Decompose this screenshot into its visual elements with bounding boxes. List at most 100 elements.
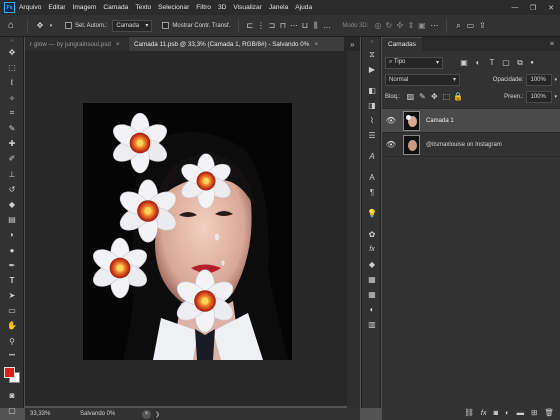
chevron-down-icon[interactable]: ▾ bbox=[554, 77, 557, 83]
layers-panel-icon[interactable]: ◧ bbox=[362, 83, 382, 98]
roll-3d-icon[interactable]: ↻ bbox=[383, 21, 394, 30]
menu-janela[interactable]: Janela bbox=[269, 4, 288, 11]
filter-shape-icon[interactable]: ▢ bbox=[499, 58, 513, 67]
hand-tool-icon[interactable]: ✋ bbox=[0, 318, 24, 333]
chevron-down-icon[interactable]: ▾ bbox=[47, 23, 55, 29]
adjustment-layer-icon[interactable]: ◐ bbox=[505, 408, 510, 417]
lock-all-icon[interactable]: 🔒 bbox=[452, 92, 464, 101]
pen-tool-icon[interactable]: ✒ bbox=[0, 258, 24, 273]
fill-input[interactable]: 100% bbox=[526, 90, 553, 103]
clone-stamp-tool-icon[interactable]: ⊥ bbox=[0, 167, 24, 182]
panel-menu-icon[interactable]: ≡ bbox=[550, 41, 554, 48]
tab-layers[interactable]: Camadas bbox=[382, 37, 422, 51]
visibility-eye-icon[interactable]: 👁 bbox=[382, 116, 400, 125]
panel-collapse-icon[interactable]: ‹‹ bbox=[362, 37, 382, 47]
brushes-panel-icon[interactable]: ✿ bbox=[362, 227, 382, 242]
history-brush-tool-icon[interactable]: ↺ bbox=[0, 182, 24, 197]
paragraph-panel-icon[interactable]: ¶ bbox=[362, 185, 382, 200]
quick-mask-icon[interactable]: ◙ bbox=[0, 388, 24, 403]
adjustments-panel-icon[interactable]: ◐ bbox=[362, 302, 382, 317]
magic-wand-tool-icon[interactable]: ✧ bbox=[0, 91, 24, 106]
menu-visualizar[interactable]: Visualizar bbox=[233, 4, 261, 11]
more-options-icon[interactable]: … bbox=[321, 21, 332, 30]
menu-selecionar[interactable]: Selecionar bbox=[158, 4, 189, 11]
share-icon[interactable]: ⇪ bbox=[476, 21, 488, 30]
filter-type-icon[interactable]: T bbox=[485, 58, 499, 67]
panel-collapse-icon[interactable]: ‹‹ bbox=[0, 37, 24, 45]
home-icon[interactable]: ⌂ bbox=[0, 20, 22, 31]
distribute-icon[interactable]: ⫼ bbox=[310, 21, 321, 31]
search-icon[interactable]: ⌕ bbox=[452, 21, 464, 31]
tab-document-active[interactable]: Camada 11.psb @ 33,3% (Camada 1, RGB/8#)… bbox=[129, 37, 344, 51]
close-icon[interactable]: × bbox=[314, 41, 318, 48]
filter-kind-dropdown[interactable]: ⌕ Tipo ▾ bbox=[385, 56, 443, 69]
more-tools-icon[interactable]: ••• bbox=[0, 349, 24, 364]
auto-select-checkbox[interactable] bbox=[65, 22, 72, 29]
close-icon[interactable]: × bbox=[116, 41, 120, 48]
align-middle-vertical-icon[interactable]: ⋯ bbox=[288, 21, 299, 30]
properties-panel-icon[interactable]: ☰ bbox=[362, 128, 382, 143]
libraries-panel-icon[interactable]: ▦ bbox=[362, 287, 382, 302]
menu-filtro[interactable]: Filtro bbox=[196, 4, 211, 11]
align-left-icon[interactable]: ⊏ bbox=[244, 21, 255, 30]
align-bottom-icon[interactable]: ⊔ bbox=[299, 21, 310, 30]
gradient-tool-icon[interactable]: ▤ bbox=[0, 212, 24, 227]
align-right-icon[interactable]: ⊐ bbox=[266, 21, 277, 30]
new-group-icon[interactable]: ▬ bbox=[517, 408, 525, 417]
orbit-3d-icon[interactable]: ◎ bbox=[372, 21, 383, 30]
slide-3d-icon[interactable]: ⇕ bbox=[405, 21, 416, 30]
dodge-tool-icon[interactable]: ● bbox=[0, 242, 24, 257]
menu-camada[interactable]: Camada bbox=[103, 4, 128, 11]
zoom-tool-icon[interactable]: ⚲ bbox=[0, 334, 24, 349]
scale-3d-icon[interactable]: ▣ bbox=[416, 21, 427, 30]
actions-panel-icon[interactable]: ▶ bbox=[362, 62, 382, 77]
lock-artboard-icon[interactable]: ⬚ bbox=[440, 92, 452, 101]
foreground-color-swatch[interactable] bbox=[4, 366, 15, 378]
menu-3d[interactable]: 3D bbox=[218, 4, 226, 11]
workspace-icon[interactable]: ▭ bbox=[464, 21, 476, 30]
filter-adjustment-icon[interactable]: ◐ bbox=[471, 58, 485, 67]
eraser-tool-icon[interactable]: ◆ bbox=[0, 197, 24, 212]
filter-pixel-icon[interactable]: ▣ bbox=[457, 58, 471, 67]
new-layer-icon[interactable]: ⊞ bbox=[531, 408, 537, 417]
paths-panel-icon[interactable]: ⌇ bbox=[362, 113, 382, 128]
filter-smart-object-icon[interactable]: ⧉ bbox=[513, 58, 527, 68]
more-icon[interactable]: ⋯ bbox=[427, 21, 441, 30]
glyphs-panel-icon[interactable]: ◆ bbox=[362, 257, 382, 272]
move-tool-icon[interactable]: ✥ bbox=[33, 21, 47, 30]
opacity-input[interactable]: 100% bbox=[526, 73, 553, 86]
filter-toggle-icon[interactable]: ● bbox=[527, 60, 537, 66]
layer-style-icon[interactable]: fx bbox=[481, 408, 487, 417]
lasso-tool-icon[interactable]: ℓ bbox=[0, 75, 24, 90]
navigator-panel-icon[interactable]: ▥ bbox=[362, 317, 382, 332]
lock-transparency-icon[interactable]: ▨ bbox=[404, 92, 416, 101]
path-selection-tool-icon[interactable]: ➤ bbox=[0, 288, 24, 303]
menu-texto[interactable]: Texto bbox=[135, 4, 151, 11]
lock-position-icon[interactable]: ✥ bbox=[428, 92, 440, 101]
menu-ajuda[interactable]: Ajuda bbox=[295, 4, 312, 11]
eyedropper-tool-icon[interactable]: ✎ bbox=[0, 121, 24, 136]
maximize-button[interactable]: ❐ bbox=[524, 4, 542, 12]
status-menu-icon[interactable]: ❯ bbox=[155, 411, 160, 418]
blend-mode-dropdown[interactable]: Normal ▾ bbox=[385, 73, 460, 86]
menu-arquivo[interactable]: Arquivo bbox=[19, 4, 41, 11]
move-tool-icon[interactable]: ✥ bbox=[0, 45, 24, 60]
blur-tool-icon[interactable]: ◗ bbox=[0, 227, 24, 242]
auto-select-target-dropdown[interactable]: Camada ▾ bbox=[112, 19, 153, 32]
screen-mode-icon[interactable]: ▢ bbox=[0, 403, 24, 418]
history-panel-icon[interactable]: ⧖ bbox=[362, 47, 382, 62]
lock-image-icon[interactable]: ✎ bbox=[416, 92, 428, 101]
align-top-icon[interactable]: ⊓ bbox=[277, 21, 288, 30]
minimize-button[interactable]: — bbox=[506, 4, 524, 11]
character-panel-icon[interactable]: A bbox=[362, 149, 382, 164]
layer-row[interactable]: 👁 Camada 1 bbox=[382, 109, 560, 133]
character-styles-icon[interactable]: A bbox=[362, 170, 382, 185]
zoom-level[interactable]: 33,33% bbox=[30, 411, 80, 417]
cancel-save-icon[interactable]: × bbox=[142, 409, 151, 419]
marquee-tool-icon[interactable]: ⬚ bbox=[0, 60, 24, 75]
type-tool-icon[interactable]: T bbox=[0, 273, 24, 288]
add-mask-icon[interactable]: ◙ bbox=[494, 408, 499, 417]
tab-document-1[interactable]: r glow — by jungrainsoul.psd × bbox=[25, 37, 129, 51]
healing-brush-tool-icon[interactable]: ✚ bbox=[0, 136, 24, 151]
brush-tool-icon[interactable]: ✐ bbox=[0, 151, 24, 166]
